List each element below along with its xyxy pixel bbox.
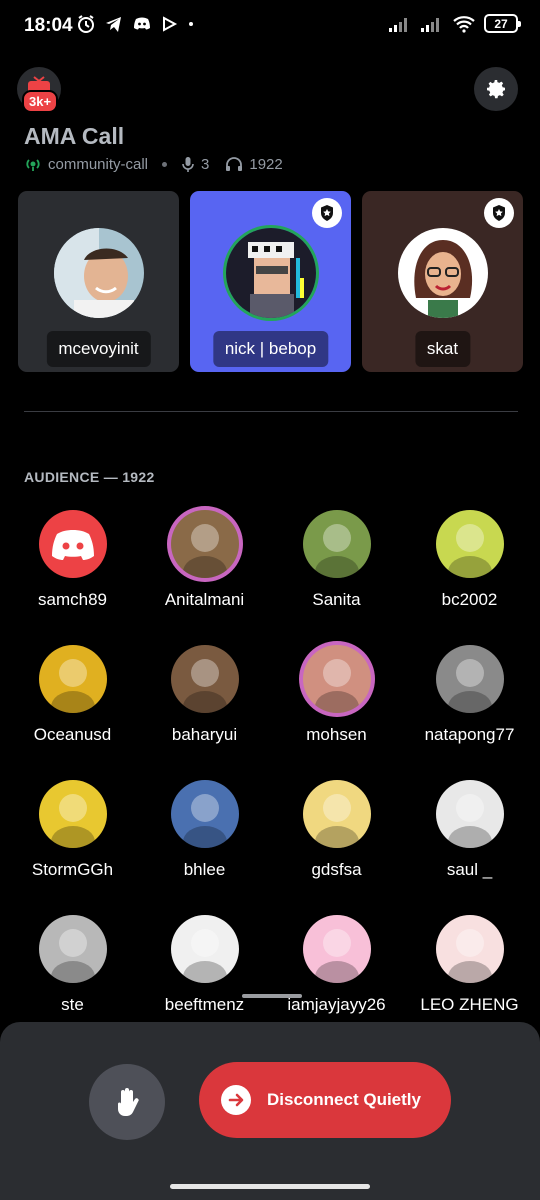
speaker-name: mcevoyinit [46, 331, 151, 367]
avatar [54, 228, 144, 318]
listener-count: 1922 [249, 155, 283, 173]
audience-member-name: mohsen [306, 725, 367, 744]
audience-member-name: LEO ZHENG [420, 995, 519, 1014]
audience-member[interactable]: Anitalmani [137, 510, 272, 610]
audience-member-name: gdsfsa [311, 860, 362, 879]
gear-icon [487, 80, 505, 99]
avatar [302, 915, 371, 983]
notification-icons [76, 14, 196, 34]
avatar [302, 510, 371, 578]
audience-member-name: beeftmenz [164, 995, 245, 1014]
avatar [435, 510, 504, 578]
disconnect-label: Disconnect Quietly [267, 1090, 421, 1109]
avatar [38, 510, 107, 578]
headphones-icon [226, 157, 243, 171]
audience-member[interactable]: gdsfsa [269, 780, 404, 880]
avatar [302, 780, 371, 848]
battery-level: 27 [494, 16, 508, 31]
live-count-badge: 3k+ [22, 90, 59, 113]
signal-icon [421, 17, 439, 32]
audience-member-name: samch89 [38, 590, 107, 609]
avatar [302, 645, 371, 713]
audience-member[interactable]: samch89 [5, 510, 140, 610]
audience-member-name: Anitalmani [164, 590, 245, 609]
home-indicator[interactable] [170, 1184, 370, 1189]
audience-member[interactable]: iamjayjayy26 [269, 915, 404, 1015]
shield-icon [321, 205, 333, 221]
settings-button[interactable] [474, 67, 518, 111]
avatar [170, 915, 239, 983]
audience-member[interactable]: Sanita [269, 510, 404, 610]
arrow-right-icon [221, 1085, 251, 1115]
channel-name: community-call [48, 155, 149, 173]
avatar [170, 645, 239, 713]
audience-member[interactable]: ste [5, 915, 140, 1015]
avatar [170, 510, 239, 578]
audience-member-name: natapong77 [424, 725, 515, 744]
audience-member[interactable]: natapong77 [402, 645, 537, 745]
signal-icon [389, 17, 407, 32]
audience-member[interactable]: saul _ [402, 780, 537, 880]
audience-member[interactable]: LEO ZHENG [402, 915, 537, 1015]
audience-member-name: StormGGh [31, 860, 114, 879]
audience-member-name: iamjayjayy26 [287, 995, 386, 1014]
audience-member-name: saul _ [446, 860, 493, 879]
avatar [170, 780, 239, 848]
speaker-card[interactable]: mcevoyinit [18, 191, 179, 372]
avatar [435, 915, 504, 983]
audience-member-name: bc2002 [441, 590, 498, 609]
speaker-count: 3 [201, 155, 210, 173]
speaker-name: skat [414, 331, 471, 367]
wifi-icon [453, 15, 475, 33]
speaker-name: nick | bebop [212, 331, 329, 367]
discord-icon [134, 17, 150, 30]
avatar [38, 780, 107, 848]
avatar [398, 228, 488, 318]
avatar [226, 228, 316, 318]
moderator-badge [484, 198, 514, 228]
drag-handle[interactable] [242, 994, 302, 998]
audience-member-name: ste [61, 995, 84, 1014]
status-bar: 18:04 27 [0, 0, 540, 52]
hand-icon [118, 1088, 139, 1116]
speaker-list: mcevoyinit nick | bebop skat [18, 191, 523, 372]
audience-member-name: bhlee [183, 860, 226, 879]
avatar [38, 915, 107, 983]
speaker-card[interactable]: nick | bebop [190, 191, 351, 372]
audience-member[interactable]: beeftmenz [137, 915, 272, 1015]
speaker-card[interactable]: skat [362, 191, 523, 372]
play-icon [163, 16, 178, 32]
audience-member[interactable]: Oceanusd [5, 645, 140, 745]
battery-icon: 27 [484, 14, 521, 33]
audience-header: AUDIENCE — 1922 [24, 469, 155, 485]
telegram-icon [106, 17, 121, 32]
alarm-icon [78, 15, 94, 33]
divider [24, 411, 518, 412]
avatar [38, 645, 107, 713]
separator-dot [162, 161, 168, 167]
audience-member[interactable]: bhlee [137, 780, 272, 880]
dot-icon [189, 22, 193, 26]
moderator-badge [312, 198, 342, 228]
disconnect-quietly-button[interactable]: Disconnect Quietly [199, 1062, 451, 1138]
audience-member[interactable]: baharyui [137, 645, 272, 745]
audience-member[interactable]: bc2002 [402, 510, 537, 610]
microphone-icon [182, 157, 194, 172]
avatar [435, 780, 504, 848]
audience-member-name: Oceanusd [33, 725, 112, 744]
audience-member-name: baharyui [171, 725, 238, 744]
audience-member[interactable]: mohsen [269, 645, 404, 745]
shield-icon [493, 205, 505, 221]
stage-title: AMA Call [24, 123, 125, 149]
stage-channel-icon [26, 159, 40, 171]
audience-member-name: Sanita [312, 590, 361, 609]
avatar [435, 645, 504, 713]
status-time: 18:04 [24, 15, 73, 36]
stage-meta: community-call 3 1922 [24, 155, 283, 173]
raise-hand-button[interactable] [89, 1064, 165, 1140]
audience-member[interactable]: StormGGh [5, 780, 140, 880]
system-icons: 27 [388, 14, 521, 33]
